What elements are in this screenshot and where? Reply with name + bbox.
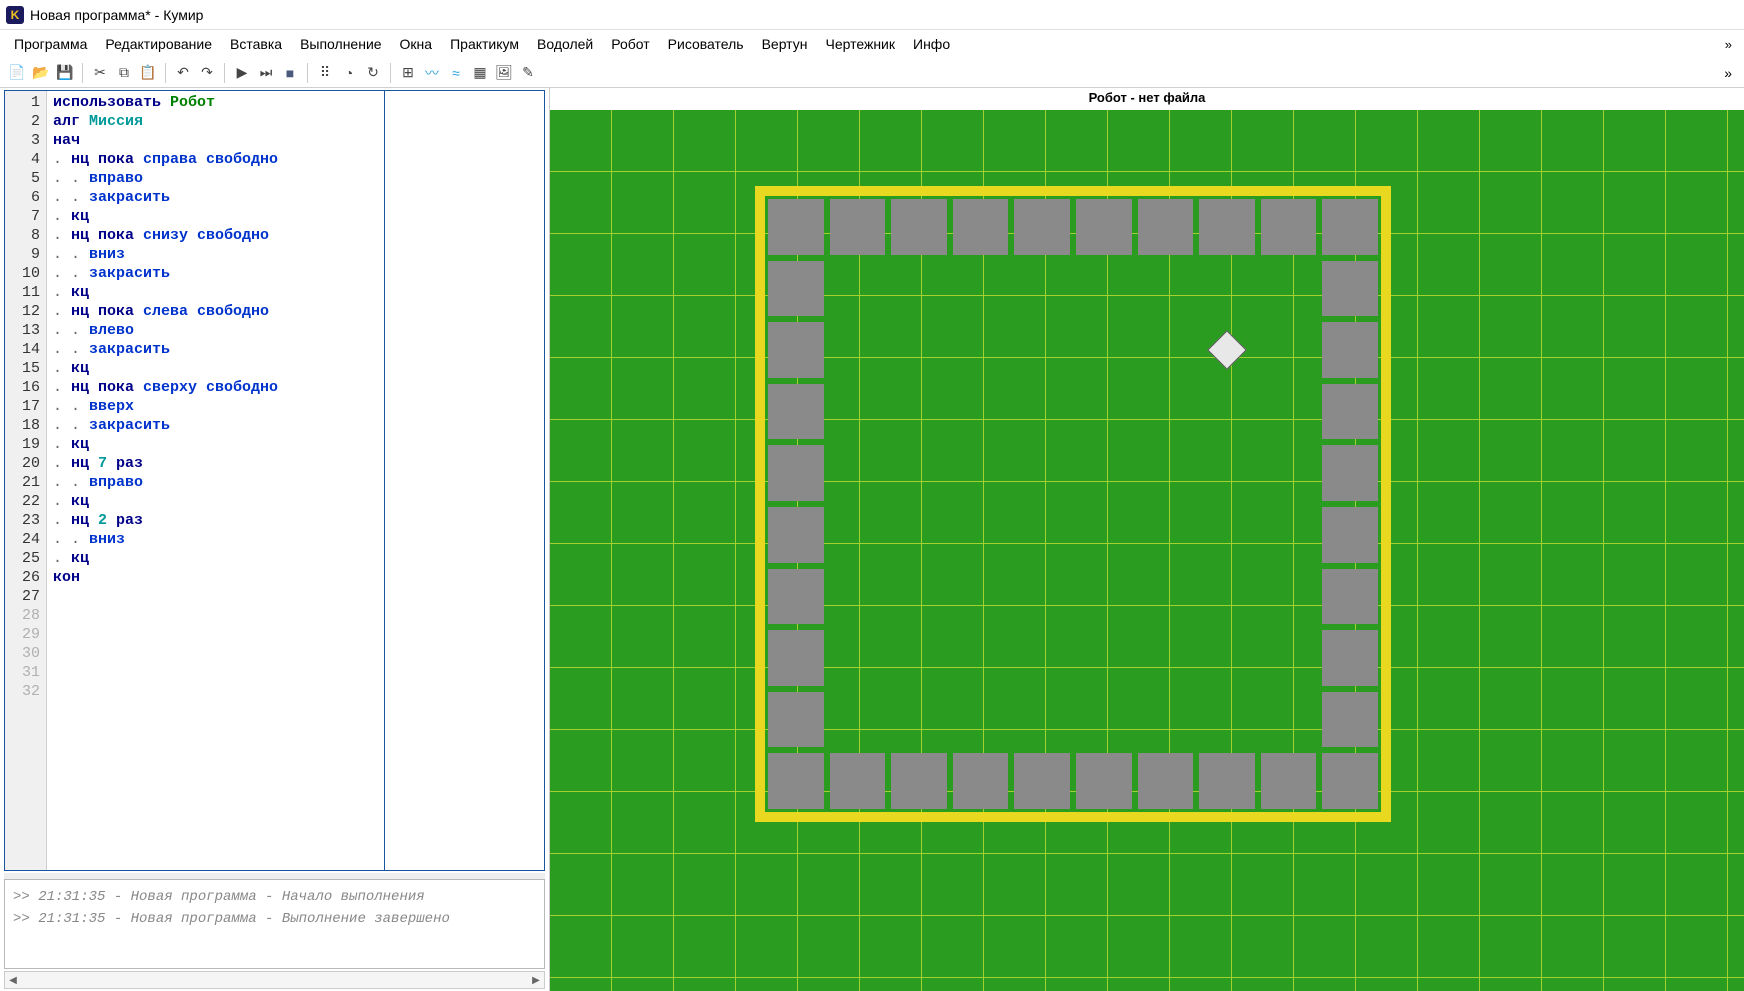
stop-icon[interactable]: ■ <box>279 62 301 84</box>
painted-cell <box>1322 630 1378 686</box>
picture-icon[interactable]: 🖼 <box>493 62 515 84</box>
painted-cell <box>1014 753 1070 809</box>
painted-cell <box>953 753 1009 809</box>
paste-icon[interactable]: 📋 <box>137 62 159 84</box>
painted-cell <box>1138 753 1194 809</box>
wave2-icon[interactable]: ≈ <box>445 62 467 84</box>
painted-cell <box>1076 753 1132 809</box>
painted-cell <box>953 199 1009 255</box>
toolbar: 📄📂💾 ✂⧉📋 ↶↷ ▶⏭■ ⠿◔↻ ⊞〰≈▦🖼✎ » <box>0 58 1744 88</box>
painted-cell <box>1322 569 1378 625</box>
wave1-icon[interactable]: 〰 <box>421 62 443 84</box>
menu-item-4[interactable]: Окна <box>392 32 441 56</box>
painted-cell <box>768 261 824 317</box>
painted-cell <box>768 384 824 440</box>
actor-window-icon[interactable]: ↻ <box>362 62 384 84</box>
painted-cell <box>1322 384 1378 440</box>
code-editor[interactable]: 1234567891011121314151617181920212223242… <box>4 90 545 871</box>
painted-cell <box>830 753 886 809</box>
painted-cell <box>768 569 824 625</box>
window-title: Новая программа* - Кумир <box>30 7 203 23</box>
grid-numbers-icon[interactable]: ⊞ <box>397 62 419 84</box>
scroll-left-icon[interactable]: ◀ <box>5 972 21 988</box>
painted-cell <box>1322 199 1378 255</box>
menu-item-11[interactable]: Инфо <box>905 32 958 56</box>
robot-field-viewport[interactable] <box>550 110 1744 991</box>
save-file-icon[interactable]: 💾 <box>54 62 76 84</box>
painted-cell <box>768 199 824 255</box>
robot-panel-title: Робот - нет файла <box>550 88 1744 110</box>
grid-icon[interactable]: ▦ <box>469 62 491 84</box>
painted-cell <box>1322 753 1378 809</box>
open-file-icon[interactable]: 📂 <box>30 62 52 84</box>
painted-cell <box>1014 199 1070 255</box>
painted-cell <box>1322 692 1378 748</box>
show-vars-icon[interactable]: ⠿ <box>314 62 336 84</box>
robot-field[interactable] <box>550 110 1744 991</box>
menu-item-5[interactable]: Практикум <box>442 32 527 56</box>
editor-pane: 1234567891011121314151617181920212223242… <box>0 88 550 991</box>
painted-cell <box>1199 753 1255 809</box>
menu-item-10[interactable]: Чертежник <box>817 32 903 56</box>
field-boundary <box>755 186 1391 822</box>
horizontal-scrollbar[interactable]: ◀ ▶ <box>4 971 545 989</box>
painted-cell <box>891 753 947 809</box>
cut-icon[interactable]: ✂ <box>89 62 111 84</box>
painted-cell <box>768 322 824 378</box>
menu-item-8[interactable]: Рисователь <box>660 32 752 56</box>
console-line: >> 21:31:35 - Новая программа - Начало в… <box>13 886 536 908</box>
painted-cell <box>768 692 824 748</box>
painted-cell <box>1322 322 1378 378</box>
new-file-icon[interactable]: 📄 <box>6 62 28 84</box>
menu-item-7[interactable]: Робот <box>603 32 657 56</box>
titlebar: K Новая программа* - Кумир <box>0 0 1744 30</box>
painted-cell <box>768 507 824 563</box>
code-margin <box>384 91 544 870</box>
menu-item-9[interactable]: Вертун <box>754 32 816 56</box>
copy-icon[interactable]: ⧉ <box>113 62 135 84</box>
scroll-right-icon[interactable]: ▶ <box>528 972 544 988</box>
painted-cell <box>1322 445 1378 501</box>
painted-cell <box>1261 753 1317 809</box>
painted-cell <box>1138 199 1194 255</box>
painted-cell <box>1322 261 1378 317</box>
app-icon: K <box>6 6 24 24</box>
run-icon[interactable]: ▶ <box>231 62 253 84</box>
line-gutter: 1234567891011121314151617181920212223242… <box>5 91 47 870</box>
painted-cell <box>768 630 824 686</box>
show-actors-icon[interactable]: ◔ <box>338 62 360 84</box>
menu-overflow-icon[interactable]: » <box>1719 33 1738 56</box>
painted-cell <box>1322 507 1378 563</box>
menu-item-2[interactable]: Вставка <box>222 32 290 56</box>
painted-cell <box>1261 199 1317 255</box>
menubar: ПрограммаРедактированиеВставкаВыполнение… <box>0 30 1744 58</box>
painted-cell <box>1076 199 1132 255</box>
painted-cell <box>1199 199 1255 255</box>
console-line: >> 21:31:35 - Новая программа - Выполнен… <box>13 908 536 930</box>
step-icon[interactable]: ⏭ <box>255 62 277 84</box>
painted-cell <box>830 199 886 255</box>
painted-cell <box>768 445 824 501</box>
painted-cell <box>891 199 947 255</box>
toolbar-overflow-icon[interactable]: » <box>1718 65 1738 81</box>
code-content[interactable]: использовать Роботалг Миссиянач. нц пока… <box>47 91 384 870</box>
painted-cell <box>768 753 824 809</box>
brush-icon[interactable]: ✎ <box>517 62 539 84</box>
output-console[interactable]: >> 21:31:35 - Новая программа - Начало в… <box>4 879 545 969</box>
menu-item-1[interactable]: Редактирование <box>97 32 220 56</box>
redo-icon[interactable]: ↷ <box>196 62 218 84</box>
undo-icon[interactable]: ↶ <box>172 62 194 84</box>
robot-pane: Робот - нет файла <box>550 88 1744 991</box>
menu-item-6[interactable]: Водолей <box>529 32 601 56</box>
menu-item-0[interactable]: Программа <box>6 32 95 56</box>
menu-item-3[interactable]: Выполнение <box>292 32 389 56</box>
